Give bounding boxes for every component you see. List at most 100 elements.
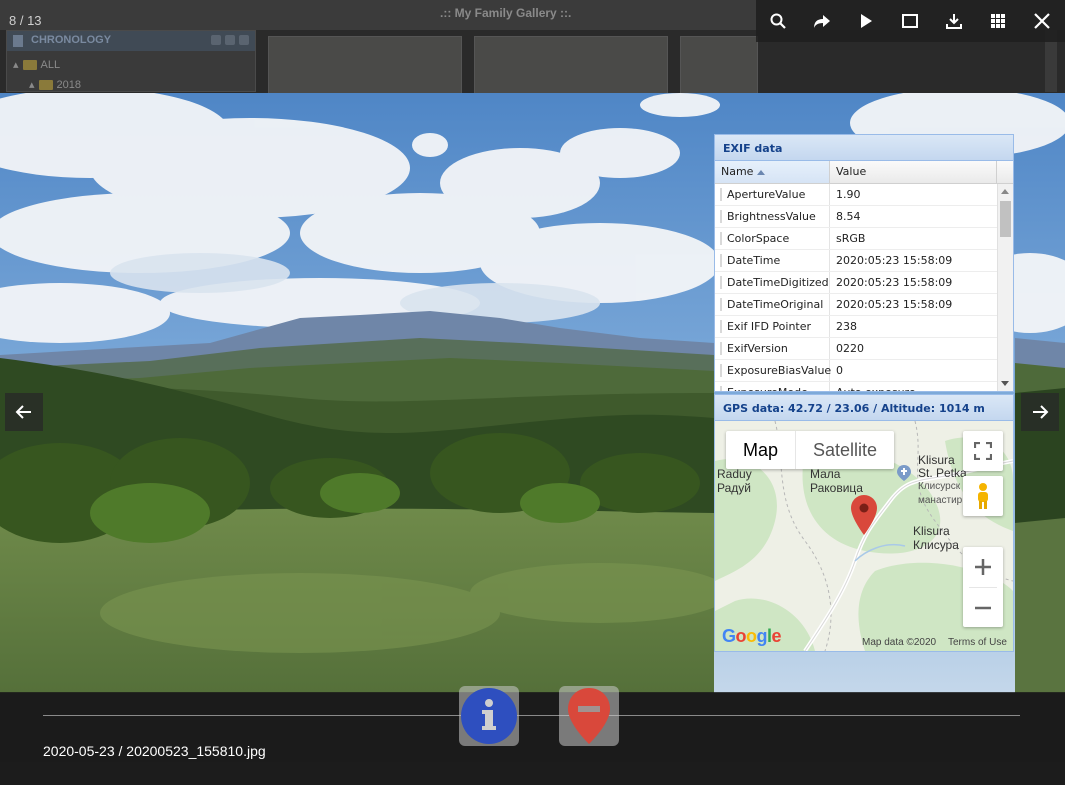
map-label-klisura: Klisura Клисура [913,524,959,552]
exif-name: DateTime [715,250,830,271]
exif-value: 2020:05:23 15:58:09 [836,254,953,267]
monastery-poi-icon[interactable] [897,465,911,481]
fullscreen-icon [902,14,918,28]
caption-divider [43,715,1020,716]
exif-grid-body: ApertureValue 1.90 BrightnessValue 8.54 Co… [715,184,997,391]
exif-value: 1.90 [836,188,861,201]
exif-name: DateTimeDigitized [715,272,830,293]
location-pin-icon[interactable] [851,495,877,535]
chronology-tree: ▴ ALL ▴ 2018 [7,51,255,95]
map-pin-icon [568,688,610,744]
exif-name: ColorSpace [715,228,830,249]
gps-location-button[interactable] [559,686,619,746]
exif-row[interactable]: ApertureValue 1.90 [715,184,997,206]
previous-image-button[interactable] [5,393,43,431]
close-icon [1034,13,1050,29]
share-icon [814,15,830,28]
exif-row[interactable]: DateTime 2020:05:23 15:58:09 [715,250,997,272]
chronology-header: CHRONOLOGY [7,31,255,51]
folder-icon [38,80,53,90]
download-button[interactable] [932,0,976,42]
map-fullscreen-button[interactable] [963,431,1003,471]
background-thumbnail [474,36,668,94]
exif-row[interactable]: ColorSpace sRGB [715,228,997,250]
background-chronology-panel: CHRONOLOGY ▴ ALL ▴ 2018 [6,30,256,92]
map-type-map-button[interactable]: Map [726,431,795,469]
share-button[interactable] [800,0,844,42]
map-type-satellite-button[interactable]: Satellite [795,431,894,469]
tree-node-2018: ▴ 2018 [29,79,82,91]
gps-panel-title: GPS data: 42.72 / 23.06 / Altitude: 1014… [715,395,1013,421]
exif-value: sRGB [836,232,866,245]
exif-scrollbar[interactable] [997,184,1013,391]
chronology-title: CHRONOLOGY [31,34,112,46]
background-app-title: .:: My Family Gallery ::. [440,6,572,20]
scroll-down-icon[interactable] [1001,381,1009,386]
zoom-out-button[interactable] [974,588,992,627]
next-image-button[interactable] [1021,393,1059,431]
image-caption: 2020-05-23 / 20200523_155810.jpg [43,743,266,759]
download-icon [946,14,962,29]
map-label-st-petka: St. Petka [918,466,967,480]
exif-name: Exif IFD Pointer [715,316,830,337]
caption-bar [0,692,1065,785]
exif-name: ExposureBiasValue [715,360,831,381]
scrollbar-thumb[interactable] [1000,201,1011,237]
thumbnails-button[interactable] [976,0,1020,42]
fullscreen-button[interactable] [888,0,932,42]
close-button[interactable] [1020,0,1064,42]
sort-ascending-icon [757,169,766,175]
background-thumbnail [268,36,462,94]
exif-row[interactable]: BrightnessValue 8.54 [715,206,997,228]
panel-tools [211,35,249,45]
exif-row[interactable]: DateTimeOriginal 2020:05:23 15:58:09 [715,294,997,316]
exif-value: 0 [836,364,843,377]
viewer-toolbar [756,0,1065,42]
exif-name: ApertureValue [715,184,830,205]
exif-value: 2020:05:23 15:58:09 [836,298,953,311]
exif-row[interactable]: ExifVersion 0220 [715,338,997,360]
exif-panel: EXIF data Name Value ApertureValue 1.90 B… [714,134,1014,392]
exif-value: 238 [836,320,857,333]
exif-info-button[interactable] [459,686,519,746]
column-header-value[interactable]: Value [830,161,997,183]
map-label-klisura-title: Klisura [918,453,955,467]
exif-row[interactable]: ExposureModeAuto exposure [715,382,997,391]
expand-icon [974,442,992,460]
map-label-raduy: Raduy Радуй [717,467,752,495]
calendar-icon [13,35,23,47]
arrow-right-icon [1033,405,1049,419]
exif-name: ExifVersion [715,338,830,359]
slideshow-button[interactable] [844,0,888,42]
exif-value: 2020:05:23 15:58:09 [836,276,953,289]
search-button[interactable] [756,0,800,42]
map-label-monastery: Клисурск манастир [918,481,963,506]
column-header-name[interactable]: Name [715,161,830,183]
search-icon [770,13,786,29]
plus-icon [975,559,991,575]
play-icon [861,14,872,28]
exif-name: DateTimeOriginal [715,294,830,315]
info-icon [461,688,517,744]
gps-map[interactable]: Map Satellite Raduy Радуй Мала Раковица Kl… [715,421,1013,651]
folder-icon [22,60,37,70]
zoom-control [963,547,1003,627]
exif-row[interactable]: Exif IFD Pointer 238 [715,316,997,338]
street-view-button[interactable] [963,476,1003,516]
exif-value: 0220 [836,342,864,355]
grid-icon [991,14,1005,28]
exif-row[interactable]: DateTimeDigitized 2020:05:23 15:58:09 [715,272,997,294]
map-label-mala-rakovica: Мала Раковица [810,467,863,495]
scroll-up-icon[interactable] [1001,189,1009,194]
map-terms-link[interactable]: Terms of Use [948,637,1007,648]
tree-node-all: ▴ ALL [13,59,61,71]
gps-panel: GPS data: 42.72 / 23.06 / Altitude: 1014… [714,394,1014,652]
map-data-attribution: Map data ©2020 [862,637,937,648]
zoom-in-button[interactable] [974,547,992,587]
minus-icon [975,606,991,609]
exif-name: BrightnessValue [715,206,830,227]
arrow-left-icon [15,405,31,419]
exif-row[interactable]: ExposureBiasValue 0 [715,360,997,382]
background-thumbnail [680,36,758,94]
image-counter: 8 / 13 [9,13,42,28]
